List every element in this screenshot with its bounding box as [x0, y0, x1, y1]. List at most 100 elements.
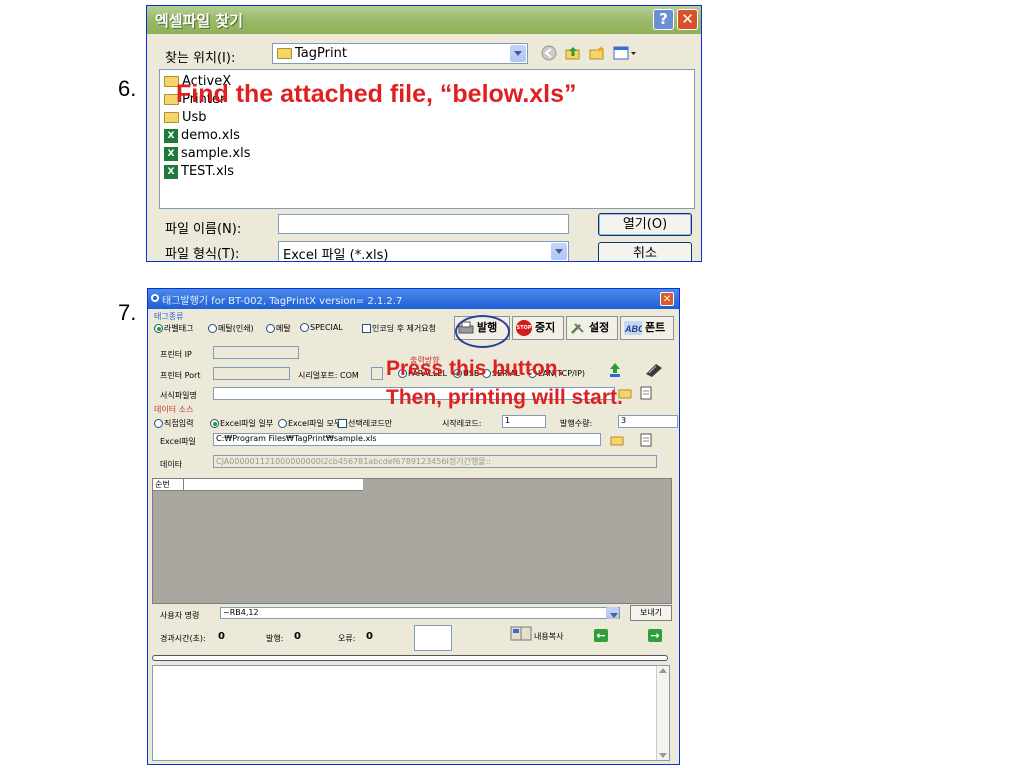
error-value: 0: [366, 631, 373, 642]
font-label: 폰트: [645, 321, 666, 334]
issued-value: 0: [294, 631, 301, 642]
radio-selected-icon: [210, 419, 219, 428]
radio-label: Excel파일 모두: [288, 419, 342, 428]
send-button[interactable]: 보내기: [630, 605, 672, 621]
list-item[interactable]: Xdemo.xls: [164, 128, 240, 143]
excel-file-icon: X: [164, 164, 178, 179]
font-icon: ABC: [624, 321, 642, 335]
folder-icon: [277, 48, 292, 59]
stop-icon: STOP: [516, 320, 532, 336]
folder-icon: [164, 112, 179, 123]
item-label: Usb: [182, 110, 207, 125]
tools-icon: [571, 323, 584, 334]
stop-button[interactable]: STOP 중지: [512, 316, 564, 340]
look-in-select[interactable]: TagPrint: [272, 43, 528, 64]
checkbox-icon: [338, 419, 347, 428]
radio-label: SPECIAL: [310, 323, 343, 332]
radio-icon: [266, 324, 275, 333]
open-button[interactable]: 열기(O): [598, 213, 692, 236]
font-button[interactable]: ABC 폰트: [620, 316, 674, 340]
radio-selected-icon: [154, 324, 163, 333]
copy-book-icon[interactable]: [510, 625, 532, 641]
progress-bar: [152, 655, 668, 661]
settings-label: 설정: [589, 321, 610, 334]
document-icon[interactable]: [640, 386, 652, 400]
item-label: sample.xls: [181, 146, 251, 161]
step-number-7: 7.: [118, 300, 137, 325]
scroll-down-icon[interactable]: [659, 753, 667, 758]
excel-file-icon: X: [164, 128, 178, 143]
copy-content-label[interactable]: 내용복사: [534, 631, 563, 642]
app-icon: [151, 294, 159, 302]
start-code-label: 시작레코드:: [442, 419, 482, 428]
data-input[interactable]: CJA000001121000000000I2cb456781abcdef678…: [213, 455, 657, 468]
elapsed-time-value: 0: [218, 631, 225, 642]
status-box: [414, 625, 452, 651]
view-menu-icon[interactable]: [613, 45, 637, 61]
close-button[interactable]: ✕: [677, 9, 698, 30]
tag-type-radio-1[interactable]: 라벨태그: [154, 323, 193, 334]
radio-icon: [154, 419, 163, 428]
printer-port-input[interactable]: [213, 367, 290, 380]
radio-icon: [300, 323, 309, 332]
log-textarea[interactable]: [152, 665, 670, 761]
list-item[interactable]: X TEST.xls: [164, 164, 234, 179]
selected-only-checkbox[interactable]: 선택레코드만: [338, 418, 392, 429]
app-titlebar: 태그발행기 for BT-002, TagPrintX version= 2.1…: [148, 289, 679, 309]
filetype-select[interactable]: Excel 파일 (*.xls): [278, 241, 569, 261]
settings-button[interactable]: 설정: [566, 316, 618, 340]
excel-file-input[interactable]: C:₩Program Files₩TagPrint₩sample.xls: [213, 433, 601, 446]
upload-icon[interactable]: [608, 362, 622, 378]
chevron-down-icon[interactable]: [606, 607, 619, 619]
source-direct-radio[interactable]: 직접입력: [154, 418, 193, 429]
tag-type-radio-3[interactable]: 메탈: [266, 323, 291, 334]
up-folder-icon[interactable]: [565, 45, 581, 61]
help-button[interactable]: ?: [653, 9, 674, 30]
printing-start-annotation: Then, printing will start.: [386, 386, 623, 409]
look-in-value: TagPrint: [295, 46, 347, 61]
checkbox-label: 인코딩 후 제거요청: [372, 324, 436, 333]
new-folder-icon[interactable]: [589, 45, 605, 61]
list-item[interactable]: Usb: [164, 110, 207, 125]
svg-text:ABC: ABC: [624, 324, 642, 334]
issued-label: 발행:: [266, 634, 284, 643]
excel-file-label: Excel파일: [160, 437, 196, 446]
tag-type-radio-2[interactable]: 메탈(인쇄): [208, 323, 254, 334]
chevron-down-icon: [551, 243, 567, 260]
checkbox-label: 선택레코드만: [348, 419, 393, 428]
format-file-label: 서식파일명: [160, 391, 197, 400]
scroll-up-icon[interactable]: [659, 668, 667, 673]
start-code-input[interactable]: 1: [502, 415, 546, 428]
source-excel-all-radio[interactable]: Excel파일 모두: [278, 418, 341, 429]
filename-input[interactable]: [278, 214, 569, 234]
printer-port-label: 프린터 Port: [160, 371, 201, 380]
count-label: 발행수량:: [560, 419, 593, 428]
list-item[interactable]: Xsample.xls: [164, 146, 250, 161]
device-icon: [646, 364, 662, 377]
radio-icon: [278, 419, 287, 428]
open-file-dialog: 엑셀파일 찾기 ? ✕ 찾는 위치(I): TagPrint ActiveX P…: [146, 5, 702, 262]
printer-ip-input[interactable]: [213, 346, 299, 359]
close-button[interactable]: ✕: [660, 292, 674, 306]
count-input[interactable]: 3: [618, 415, 678, 428]
user-command-input[interactable]: ~RB4,12: [220, 607, 620, 619]
radio-label: 메탈: [276, 324, 291, 333]
highlight-circle: [455, 315, 510, 348]
document-icon[interactable]: [640, 433, 652, 447]
after-encode-checkbox[interactable]: 인코딩 후 제거요청: [362, 323, 436, 334]
radio-label: 메탈(인쇄): [218, 324, 254, 333]
back-icon[interactable]: [541, 45, 557, 61]
serial-port-input[interactable]: [371, 367, 383, 380]
dialog-title: 엑셀파일 찾기: [155, 12, 244, 30]
radio-label: Excel파일 일부: [220, 419, 274, 428]
cancel-button[interactable]: 취소: [598, 242, 692, 261]
data-grid[interactable]: 순번: [152, 478, 672, 604]
source-excel-part-radio[interactable]: Excel파일 일부: [210, 418, 273, 429]
user-command-label: 사용자 명령: [160, 611, 200, 620]
tag-type-radio-4[interactable]: SPECIAL: [300, 323, 343, 332]
arrow-right-icon[interactable]: →: [648, 629, 662, 642]
open-folder-icon[interactable]: [610, 434, 624, 446]
press-button-annotation: Press this button.: [386, 357, 564, 380]
arrow-left-icon[interactable]: ←: [594, 629, 608, 642]
scrollbar[interactable]: [656, 666, 669, 760]
